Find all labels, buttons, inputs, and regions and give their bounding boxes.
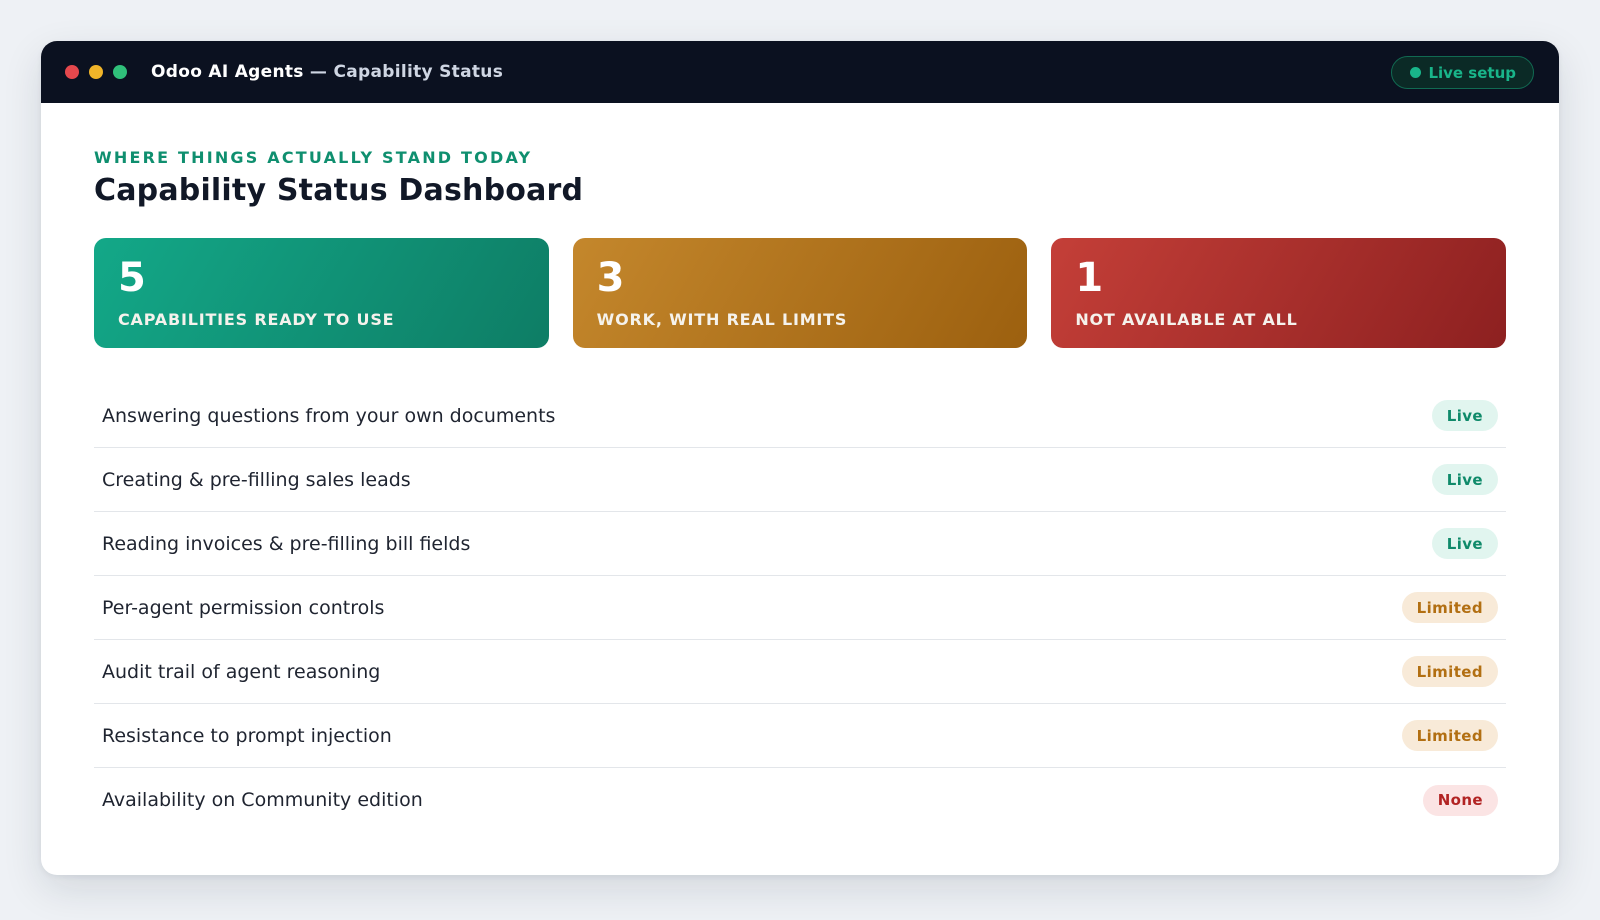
capability-label: Answering questions from your own docume… [102, 404, 556, 427]
capability-row[interactable]: Creating & pre-filling sales leads Live [94, 448, 1506, 512]
window-title: Odoo AI Agents — Capability Status [151, 62, 503, 82]
app-name: Odoo AI Agents [151, 62, 304, 82]
capability-label: Creating & pre-filling sales leads [102, 468, 411, 491]
capability-label: Reading invoices & pre-filling bill fiel… [102, 532, 471, 555]
title-bar: Odoo AI Agents — Capability Status Live … [41, 41, 1559, 103]
live-setup-badge[interactable]: Live setup [1391, 56, 1534, 89]
status-badge: Live [1431, 528, 1498, 559]
capability-row[interactable]: Per-agent permission controls Limited [94, 576, 1506, 640]
status-badge: Limited [1401, 656, 1498, 687]
capability-row[interactable]: Audit trail of agent reasoning Limited [94, 640, 1506, 704]
window-subtitle: Capability Status [333, 62, 504, 82]
capability-list: Answering questions from your own docume… [94, 384, 1506, 832]
stat-card-unavailable: 1 NOT AVAILABLE AT ALL [1051, 238, 1507, 348]
minimize-window-icon[interactable] [89, 65, 103, 79]
stat-label: CAPABILITIES READY TO USE [118, 310, 395, 329]
capability-row[interactable]: Resistance to prompt injection Limited [94, 704, 1506, 768]
maximize-window-icon[interactable] [113, 65, 127, 79]
stat-count: 3 [596, 255, 625, 301]
status-badge: Limited [1401, 720, 1498, 751]
capability-label: Per-agent permission controls [102, 596, 385, 619]
capability-row[interactable]: Answering questions from your own docume… [94, 384, 1506, 448]
stat-card-limited: 3 WORK, WITH REAL LIMITS [572, 238, 1028, 348]
app-window: Odoo AI Agents — Capability Status Live … [41, 41, 1559, 875]
stat-count: 1 [1075, 255, 1104, 301]
status-badge: None [1422, 784, 1498, 816]
status-dot-icon [1410, 67, 1422, 78]
status-badge: Live [1431, 464, 1498, 495]
eyebrow-heading: WHERE THINGS ACTUALLY STAND TODAY [94, 148, 533, 167]
capability-label: Availability on Community edition [102, 789, 423, 811]
page-title: Capability Status Dashboard [94, 173, 584, 208]
title-separator: — [309, 62, 328, 82]
stat-card-ready: 5 CAPABILITIES READY TO USE [94, 238, 549, 348]
main-content: WHERE THINGS ACTUALLY STAND TODAY Capabi… [41, 103, 1559, 832]
stat-cards: 5 CAPABILITIES READY TO USE 3 WORK, WITH… [94, 238, 1507, 348]
status-badge: Limited [1401, 592, 1498, 623]
capability-label: Resistance to prompt injection [102, 724, 392, 747]
stat-label: WORK, WITH REAL LIMITS [596, 310, 848, 329]
status-badge: Live [1431, 400, 1498, 431]
close-window-icon[interactable] [65, 65, 79, 79]
capability-row[interactable]: Availability on Community edition None [94, 768, 1506, 832]
capability-label: Audit trail of agent reasoning [102, 660, 381, 683]
capability-row[interactable]: Reading invoices & pre-filling bill fiel… [94, 512, 1506, 576]
stat-count: 5 [118, 255, 146, 301]
live-setup-label: Live setup [1428, 63, 1516, 82]
stat-label: NOT AVAILABLE AT ALL [1075, 310, 1298, 329]
